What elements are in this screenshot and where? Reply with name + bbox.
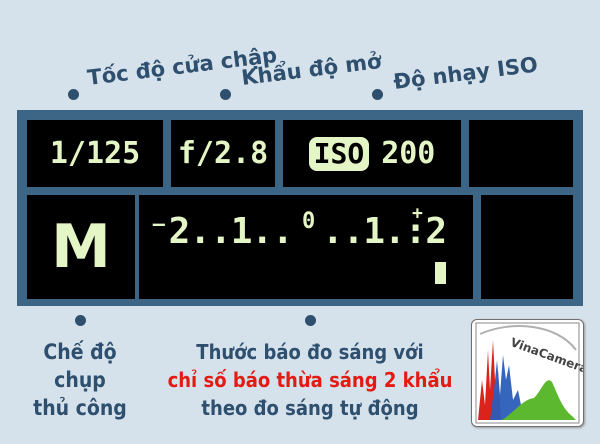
mode-caption: Chế độ chụp thủ công <box>10 338 150 422</box>
mode-caption-line-2: chụp <box>54 368 106 392</box>
exposure-level-indicator <box>435 262 446 284</box>
iso-label-dot <box>372 89 383 100</box>
iso-cell: ISO 200 <box>283 120 461 187</box>
meter-scale-right: ..1.:2 <box>322 211 447 252</box>
mode-caption-line-1: Chế độ <box>43 340 117 364</box>
mode-caption-line-3: thủ công <box>33 396 127 420</box>
mode-caption-dot <box>75 315 86 326</box>
meter-caption: Thước báo đo sáng với chỉ số báo thừa sá… <box>160 338 460 422</box>
meter-scale-left: ⁻2..1.. <box>148 211 294 252</box>
shutter-label-dot <box>68 89 79 100</box>
iso-badge: ISO <box>308 136 370 171</box>
histogram-logo-graphic: VinaCamera.com <box>475 322 583 424</box>
aperture-cell: f/2.8 <box>171 120 275 187</box>
aperture-label-dot <box>220 89 231 100</box>
shooting-mode-value: M <box>51 212 111 282</box>
exposure-meter-cell: ⁻2..1.. 0 ..1.:2 + <box>139 195 473 299</box>
shutter-speed-value: 1/125 <box>49 136 141 171</box>
empty-cell-bottom <box>481 195 573 299</box>
vinacamera-logo: VinaCamera.com <box>471 319 584 427</box>
iso-sensitivity-label: Độ nhạy ISO <box>392 52 540 94</box>
camera-lcd-panel: 1/125 f/2.8 ISO 200 M ⁻2..1.. 0 ..1.:2 + <box>17 110 583 306</box>
shutter-speed-cell: 1/125 <box>27 120 163 187</box>
iso-value: 200 <box>381 136 436 171</box>
meter-caption-line-2: chỉ số báo thừa sáng 2 khẩu <box>167 368 453 392</box>
meter-zero-marker: 0 <box>302 209 316 234</box>
aperture-value: f/2.8 <box>177 136 269 171</box>
meter-caption-dot <box>305 315 316 326</box>
meter-caption-line-1: Thước báo đo sáng với <box>196 340 424 364</box>
meter-plus-sign: + <box>412 203 423 224</box>
mode-cell: M <box>27 195 135 299</box>
empty-cell-top <box>469 120 573 187</box>
meter-caption-line-3: theo đo sáng tự động <box>201 396 419 420</box>
